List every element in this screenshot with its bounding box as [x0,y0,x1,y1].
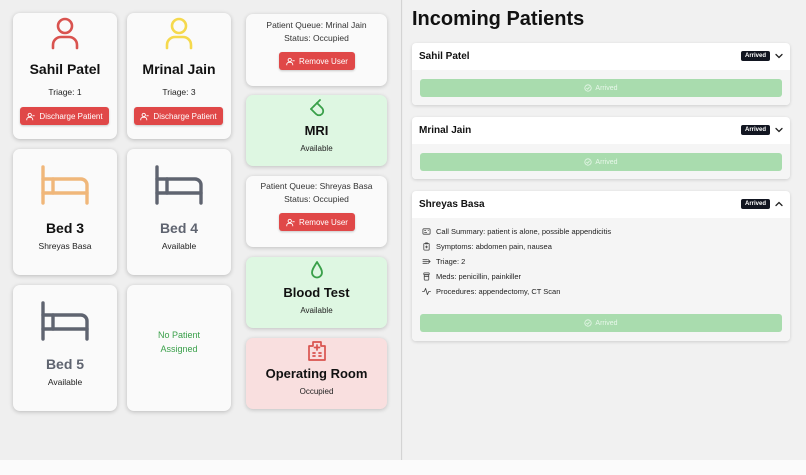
accordion-body: Arrived [412,144,790,179]
incoming-patient-item: Sahil Patel Arrived Arrived [412,43,790,105]
patient-triage: Triage: 1 [48,87,82,97]
patient-triage: Triage: 3 [162,87,196,97]
accordion-body: Call Summary: patient is alone, possible… [412,218,790,341]
incoming-patient-name: Shreyas Basa [419,199,485,210]
remove-user-button[interactable]: Remove User [279,52,355,70]
incoming-patient-name: Mrinal Jain [419,125,472,136]
bed-icon [13,165,117,205]
detail-meds: Meds: penicillin, painkiller [422,272,521,281]
chevron-down-icon[interactable] [774,125,784,135]
department-title: Operating Room [265,366,368,381]
hospital-icon [246,340,387,362]
arrived-label: Arrived [595,84,618,92]
bed-card-4[interactable]: Bed 4 Available [127,149,231,275]
bed-name: Bed 4 [159,220,199,236]
queue-patient: Patient Queue: Mrinal Jain [266,20,367,30]
patient-card-mrinal: Mrinal Jain Triage: 3 Discharge Patient [127,13,231,139]
bed-name: Bed 5 [45,356,85,372]
list-arrow-icon [422,259,431,264]
droplet-icon [246,260,387,280]
bed-icon [127,165,231,205]
bottom-strip [0,460,806,475]
bed-status: Available [161,241,197,251]
activity-icon [422,287,431,296]
status-badge: Arrived [740,199,770,209]
bed-card-5[interactable]: Bed 5 Available [13,285,117,411]
user-minus-icon [140,112,150,120]
user-minus-icon [286,218,295,226]
user-icon [127,16,231,50]
empty-slot-card[interactable]: No Patient Assigned [127,285,231,411]
check-circle-icon [584,319,593,327]
check-circle-icon [584,158,593,166]
detail-procedures: Procedures: appendectomy, CT Scan [422,287,560,296]
chevron-up-icon[interactable] [774,199,784,209]
discharge-label: Discharge Patient [39,111,103,121]
pill-bottle-icon [423,272,430,281]
arrived-label: Arrived [595,319,618,327]
bed-status: Shreyas Basa [38,241,92,251]
check-circle-icon [584,84,593,92]
patient-card-sahil: Sahil Patel Triage: 1 Discharge Patient [13,13,117,139]
incoming-patient-item: Mrinal Jain Arrived Arrived [412,117,790,179]
department-title: Blood Test [283,285,350,300]
department-title: MRI [304,123,329,138]
department-card-mri[interactable]: MRI Available [246,95,387,166]
hospital-board: Sahil Patel Triage: 1 Discharge Patient … [0,0,402,460]
status-badge: Arrived [740,125,770,135]
department-status: Available [300,144,333,153]
bed-card-3[interactable]: Bed 3 Shreyas Basa [13,149,117,275]
remove-user-label: Remove User [299,217,348,227]
clipboard-icon [423,242,430,251]
accordion-header[interactable]: Mrinal Jain Arrived [412,117,790,144]
user-minus-icon [286,57,295,65]
arrived-button[interactable]: Arrived [420,153,782,171]
detail-symptoms: Symptoms: abdomen pain, nausea [422,242,552,251]
magnet-icon [246,98,387,118]
remove-user-button[interactable]: Remove User [279,213,355,231]
detail-triage: Triage: 2 [422,257,465,266]
discharge-label: Discharge Patient [153,111,217,121]
accordion-header[interactable]: Sahil Patel Arrived [412,43,790,70]
patient-name: Mrinal Jain [142,61,216,77]
patient-name: Sahil Patel [29,61,101,77]
department-card-blood-test[interactable]: Blood Test Available [246,257,387,328]
no-patient-text: No Patient Assigned [157,330,201,354]
id-card-icon [422,228,431,235]
page-title: Incoming Patients [412,8,585,30]
queue-status: Status: Occupied [284,33,349,43]
discharge-patient-button[interactable]: Discharge Patient [20,107,109,125]
bed-icon [13,301,117,341]
arrived-button[interactable]: Arrived [420,79,782,97]
accordion-body: Arrived [412,70,790,105]
user-minus-icon [26,112,36,120]
patient-queue-card: Patient Queue: Mrinal Jain Status: Occup… [246,14,387,86]
accordion-header[interactable]: Shreyas Basa Arrived [412,191,790,218]
bed-name: Bed 3 [45,220,85,236]
department-status: Available [300,306,333,315]
queue-status: Status: Occupied [284,194,349,204]
incoming-patients-panel: Incoming Patients Sahil Patel Arrived Ar… [403,0,806,460]
chevron-down-icon[interactable] [774,51,784,61]
queue-patient: Patient Queue: Shreyas Basa [260,181,373,191]
discharge-patient-button[interactable]: Discharge Patient [134,107,223,125]
user-icon [13,16,117,50]
incoming-patient-name: Sahil Patel [419,51,470,62]
arrived-label: Arrived [595,158,618,166]
department-status: Occupied [299,387,334,396]
arrived-button[interactable]: Arrived [420,314,782,332]
incoming-patient-item: Shreyas Basa Arrived Call Summary: patie… [412,191,790,341]
remove-user-label: Remove User [299,56,348,66]
bed-status: Available [47,377,83,387]
department-card-operating-room[interactable]: Operating Room Occupied [246,338,387,409]
patient-queue-card: Patient Queue: Shreyas Basa Status: Occu… [246,176,387,247]
detail-call-summary: Call Summary: patient is alone, possible… [422,227,611,236]
status-badge: Arrived [740,51,770,61]
